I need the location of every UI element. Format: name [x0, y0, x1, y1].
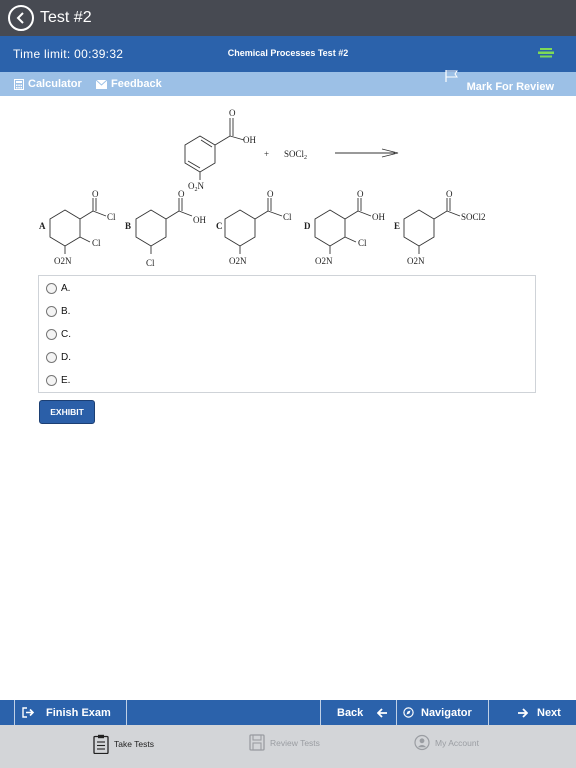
divider — [14, 700, 15, 725]
question-figure: O OH O2N + SOCl2 A O Cl Cl O2N B O OH Cl… — [39, 108, 486, 268]
choice-d-oh: OH — [372, 212, 385, 222]
choice-b-cl: Cl — [146, 258, 155, 268]
divider — [320, 700, 321, 725]
choice-d-o: O — [357, 189, 364, 199]
top-bar: Test #2 — [0, 0, 576, 36]
choice-a-cl2: Cl — [92, 238, 101, 248]
answer-option-a[interactable]: A. — [46, 283, 70, 294]
plus-sign: + — [264, 149, 269, 159]
flag-icon[interactable] — [445, 69, 459, 83]
exit-icon — [22, 707, 35, 718]
choice-b-letter: B — [125, 221, 131, 231]
reagent-sub: 2 — [304, 155, 307, 161]
choice-a-nitro: O2N — [54, 256, 72, 266]
choice-a-o: O — [92, 189, 99, 199]
radio-button[interactable] — [46, 375, 57, 386]
compass-icon — [403, 707, 414, 718]
answer-option-e[interactable]: E. — [46, 375, 70, 386]
choice-e-o: O — [446, 189, 453, 199]
next-button[interactable]: Next — [517, 700, 561, 725]
tab-review-tests[interactable]: Review Tests — [249, 734, 320, 751]
envelope-icon — [96, 79, 107, 89]
floppy-disk-icon — [249, 734, 265, 751]
divider — [488, 700, 489, 725]
info-bar: Time limit: 00:39:32 Chemical Processes … — [0, 36, 576, 72]
navigator-button[interactable]: Navigator — [403, 700, 472, 725]
finish-exam-button[interactable]: Finish Exam — [22, 700, 111, 725]
answer-options: A. B. C. D. E. — [38, 275, 536, 393]
reactant-carbonyl-o: O — [229, 108, 236, 118]
divider — [126, 700, 127, 725]
answer-option-b[interactable]: B. — [46, 306, 70, 317]
choice-c-letter: C — [216, 221, 223, 231]
tab-my-account-label: My Account — [435, 737, 479, 748]
choice-a-cl: Cl — [107, 212, 116, 222]
test-name: Chemical Processes Test #2 — [227, 48, 349, 58]
user-icon — [414, 734, 430, 751]
back-button[interactable]: Back — [337, 700, 388, 725]
choice-c-nitro: O2N — [229, 256, 247, 266]
radio-button[interactable] — [46, 352, 57, 363]
arrow-left-icon — [377, 707, 388, 718]
mark-for-review-button[interactable]: Mark For Review — [467, 81, 554, 93]
choice-e-letter: E — [394, 221, 400, 231]
answer-label: E. — [61, 375, 71, 386]
back-arrow-icon[interactable] — [8, 5, 34, 31]
exam-nav-bar: Finish Exam Back Navigator Next — [0, 700, 576, 725]
feedback-button[interactable]: Feedback — [96, 78, 162, 90]
choice-b-o: O — [178, 189, 185, 199]
next-label: Next — [537, 706, 561, 719]
reactant-oh: OH — [243, 135, 256, 145]
reactant-nitro-n: N — [198, 181, 205, 191]
tab-review-tests-label: Review Tests — [270, 737, 320, 748]
reactant-nitro: O2N — [188, 181, 205, 193]
answer-label: C. — [61, 329, 71, 340]
finish-exam-label: Finish Exam — [46, 706, 111, 719]
page-title: Test #2 — [40, 9, 92, 26]
divider — [396, 700, 397, 725]
choice-e-nitro: O2N — [407, 256, 425, 266]
answer-option-c[interactable]: C. — [46, 329, 71, 340]
choice-e-socl2: SOCl2 — [461, 212, 486, 222]
connection-icon — [538, 46, 554, 64]
radio-button[interactable] — [46, 306, 57, 317]
calculator-button[interactable]: Calculator — [14, 78, 82, 90]
choice-c-cl: Cl — [283, 212, 292, 222]
back-label: Back — [337, 706, 364, 719]
choice-d-letter: D — [304, 221, 311, 231]
answer-option-d[interactable]: D. — [46, 352, 71, 363]
radio-button[interactable] — [46, 283, 57, 294]
choice-d-nitro: O2N — [315, 256, 333, 266]
clipboard-icon — [93, 734, 109, 754]
tab-bar: Take Tests Review Tests My Account — [0, 725, 576, 768]
calculator-icon — [14, 78, 24, 90]
tab-my-account[interactable]: My Account — [414, 734, 479, 751]
reagent-text: SOCl — [284, 149, 305, 159]
arrow-right-icon — [518, 707, 528, 718]
navigator-label: Navigator — [421, 706, 472, 719]
choice-a-letter: A — [39, 221, 46, 231]
choice-b-oh: OH — [193, 215, 206, 225]
reagent-label: SOCl2 — [284, 149, 307, 161]
exhibit-button[interactable]: EXHIBIT — [39, 400, 95, 424]
answer-label: D. — [61, 352, 71, 363]
tool-bar: Calculator Feedback Mark For Review — [0, 69, 576, 96]
calculator-label: Calculator — [28, 78, 82, 90]
choice-c-o: O — [267, 189, 274, 199]
tab-take-tests[interactable]: Take Tests — [93, 734, 154, 754]
feedback-label: Feedback — [111, 78, 162, 90]
tab-take-tests-label: Take Tests — [114, 739, 155, 749]
answer-label: A. — [61, 283, 71, 294]
answer-label: B. — [61, 306, 71, 317]
choice-d-cl: Cl — [358, 238, 367, 248]
radio-button[interactable] — [46, 329, 57, 340]
